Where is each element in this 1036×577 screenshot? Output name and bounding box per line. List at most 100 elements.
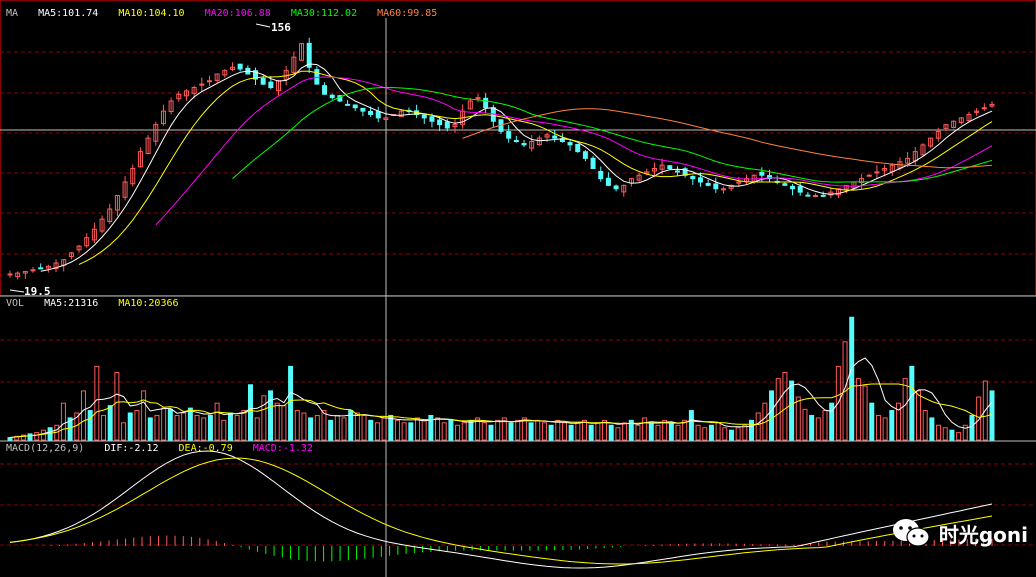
volume-bar	[802, 408, 808, 441]
volume-bar	[528, 422, 534, 441]
volume-bar	[421, 419, 427, 441]
volume-bar	[815, 417, 821, 441]
volume-bar	[441, 422, 447, 441]
volume-bar	[862, 385, 868, 441]
volume-bar	[849, 316, 855, 441]
volume-bar	[274, 402, 280, 441]
price-candle-body	[360, 107, 366, 112]
volume-bar	[749, 419, 755, 441]
volume-bar	[127, 412, 133, 441]
price-candle-body	[421, 114, 427, 119]
volume-bar	[809, 414, 815, 441]
volume-bar	[508, 422, 514, 441]
price-candle-body	[506, 131, 512, 139]
volume-bar	[882, 417, 888, 441]
price-candle-body	[575, 143, 581, 153]
price-candle-body	[605, 177, 611, 186]
price-candle-body	[513, 139, 519, 142]
price-candle-body	[322, 85, 328, 95]
price-candle-body	[199, 83, 205, 86]
price-candle-body	[260, 77, 266, 85]
price-candle-body	[206, 80, 212, 83]
volume-bar	[735, 427, 741, 441]
price-candle-body	[567, 142, 573, 146]
volume-bar	[595, 422, 601, 441]
price-candle-body	[981, 107, 987, 110]
volume-bar	[675, 424, 681, 441]
volume-bar	[495, 419, 501, 441]
volume-bar	[408, 422, 414, 441]
volume-bar	[936, 424, 942, 441]
watermark: 时光goni	[891, 517, 1028, 549]
price-candle-body	[483, 97, 489, 109]
volume-bar	[648, 422, 654, 441]
trough-pointer	[9, 289, 25, 293]
price-candle-body	[38, 267, 44, 270]
volume-ma5-line	[9, 357, 993, 438]
volume-bar	[247, 384, 253, 441]
volume-bar	[268, 390, 274, 441]
volume-bar	[922, 410, 928, 441]
volume-bar	[101, 414, 107, 441]
volume-bar	[481, 422, 487, 441]
volume-bar	[161, 407, 167, 441]
volume-bar	[455, 424, 461, 441]
stock-chart	[0, 0, 1036, 577]
volume-bar	[334, 414, 340, 441]
volume-bar	[221, 419, 227, 441]
volume-bar	[448, 419, 454, 441]
volume-bar	[194, 414, 200, 441]
volume-bar	[488, 424, 494, 441]
price-candle-body	[368, 110, 374, 116]
price-candle-body	[552, 135, 558, 139]
macd-dea-line	[9, 457, 993, 565]
macd-dif-line	[9, 450, 993, 569]
volume-bar	[394, 419, 400, 441]
price-candle-body	[705, 183, 711, 186]
volume-bar	[328, 419, 334, 441]
volume-bar	[94, 365, 100, 441]
volume-bar	[608, 424, 614, 441]
volume-panel-header: VOL MA5:21316 MA10:20366	[6, 298, 193, 309]
volume-bar	[568, 424, 574, 441]
volume-bar	[201, 417, 207, 441]
price-candle-body	[697, 177, 703, 183]
volume-bar	[134, 410, 140, 441]
volume-bar	[294, 410, 300, 441]
volume-bar	[642, 417, 648, 441]
volume-bar	[615, 427, 621, 441]
macd-readout: MACD:-1.32	[252, 443, 313, 454]
volume-bar	[107, 405, 113, 441]
price-panel-header: MA MA5:101.74 MA10:104.10 MA20:106.88 MA…	[6, 8, 451, 19]
volume-bar	[782, 372, 788, 441]
vol-ma5-readout: MA5:21316	[44, 298, 99, 309]
volume-bar	[715, 422, 721, 441]
volume-bar	[308, 417, 314, 441]
volume-bar	[181, 412, 187, 441]
volume-bar	[668, 422, 674, 441]
volume-bar	[561, 422, 567, 441]
volume-bar	[341, 417, 347, 441]
volume-bar	[635, 424, 641, 441]
volume-bar	[154, 414, 160, 441]
price-candle-body	[713, 183, 719, 190]
volume-bar	[775, 378, 781, 441]
volume-bar	[708, 424, 714, 441]
volume-bar	[902, 378, 908, 441]
volume-bar	[7, 437, 13, 441]
volume-bar	[388, 414, 394, 441]
price-candle-body	[329, 94, 335, 99]
price-candle-body	[237, 63, 243, 70]
volume-bar	[869, 402, 875, 441]
ma5-readout: MA5:101.74	[38, 8, 99, 19]
price-candle-body	[475, 97, 481, 100]
price-candle-body	[268, 81, 274, 89]
volume-bar	[722, 427, 728, 441]
wechat-icon	[892, 519, 930, 547]
price-candle-body	[444, 121, 450, 129]
price-candle-body	[613, 185, 619, 190]
price-candle-body	[375, 111, 381, 119]
price-candle-body	[790, 185, 796, 190]
price-candle-body	[866, 174, 872, 177]
price-candle-body	[521, 143, 527, 146]
